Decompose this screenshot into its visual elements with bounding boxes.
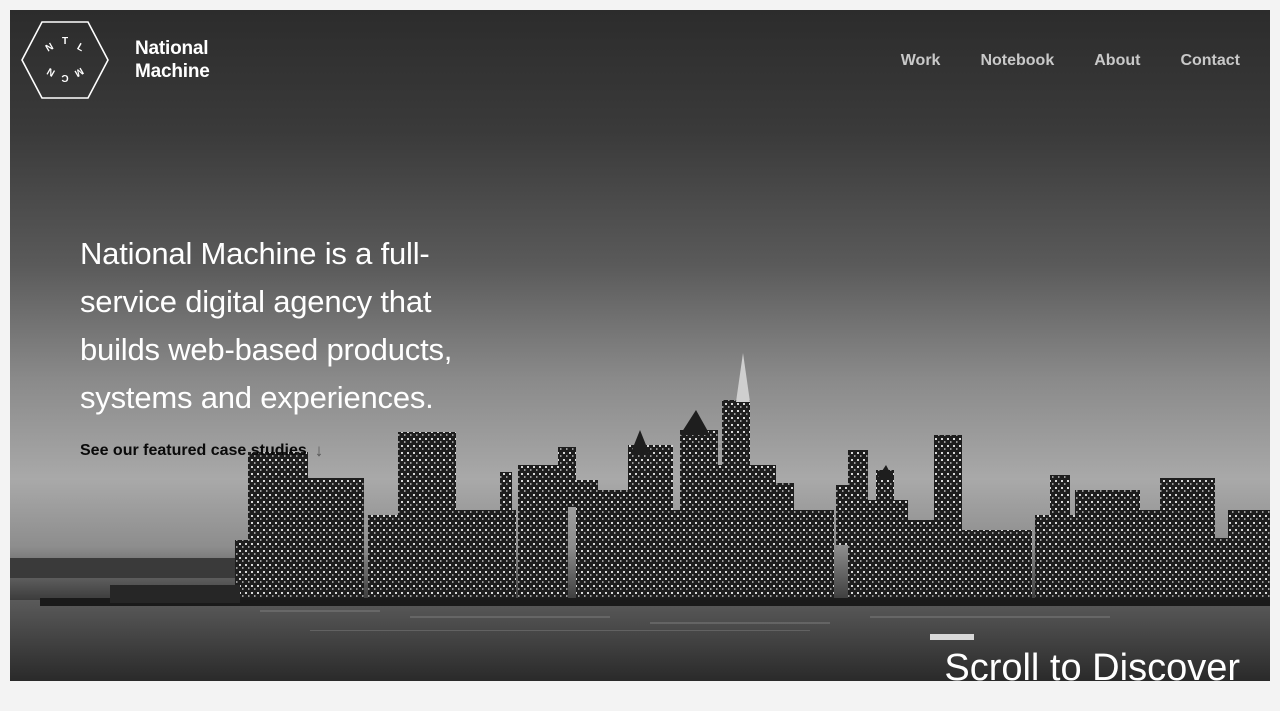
logo-mark-letter: M bbox=[72, 65, 85, 79]
brand-name-line2: Machine bbox=[135, 61, 210, 82]
logo-mark-letter: N bbox=[44, 41, 56, 54]
arrow-down-icon: ↓ bbox=[314, 441, 324, 460]
brand-logo[interactable]: N T L M C N National Machine bbox=[20, 20, 210, 100]
nav-item-contact[interactable]: Contact bbox=[1180, 52, 1240, 70]
scroll-to-discover[interactable]: Scroll to Discover bbox=[944, 646, 1240, 681]
logo-mark-letter: T bbox=[62, 36, 68, 47]
nav-item-work[interactable]: Work bbox=[901, 52, 941, 70]
brand-name-line1: National bbox=[135, 38, 209, 59]
hexagon-logo-icon: N T L M C N bbox=[21, 21, 109, 99]
main-nav: Work Notebook About Contact bbox=[901, 52, 1240, 70]
nav-item-notebook[interactable]: Notebook bbox=[980, 52, 1054, 70]
nav-item-about[interactable]: About bbox=[1094, 52, 1140, 70]
logo-mark-letter: N bbox=[45, 65, 57, 78]
featured-case-studies-link[interactable]: See our featured case studies ↓ bbox=[80, 442, 323, 460]
hero-headline: National Machine is a full-service digit… bbox=[80, 236, 453, 415]
brand-name: National Machine bbox=[135, 37, 210, 83]
hero-section: N T L M C N National Machine Work Notebo… bbox=[10, 10, 1270, 681]
featured-case-studies-label: See our featured case studies bbox=[80, 442, 307, 459]
logo-mark-letter: L bbox=[75, 42, 86, 55]
logo-mark-letter: C bbox=[61, 72, 68, 83]
